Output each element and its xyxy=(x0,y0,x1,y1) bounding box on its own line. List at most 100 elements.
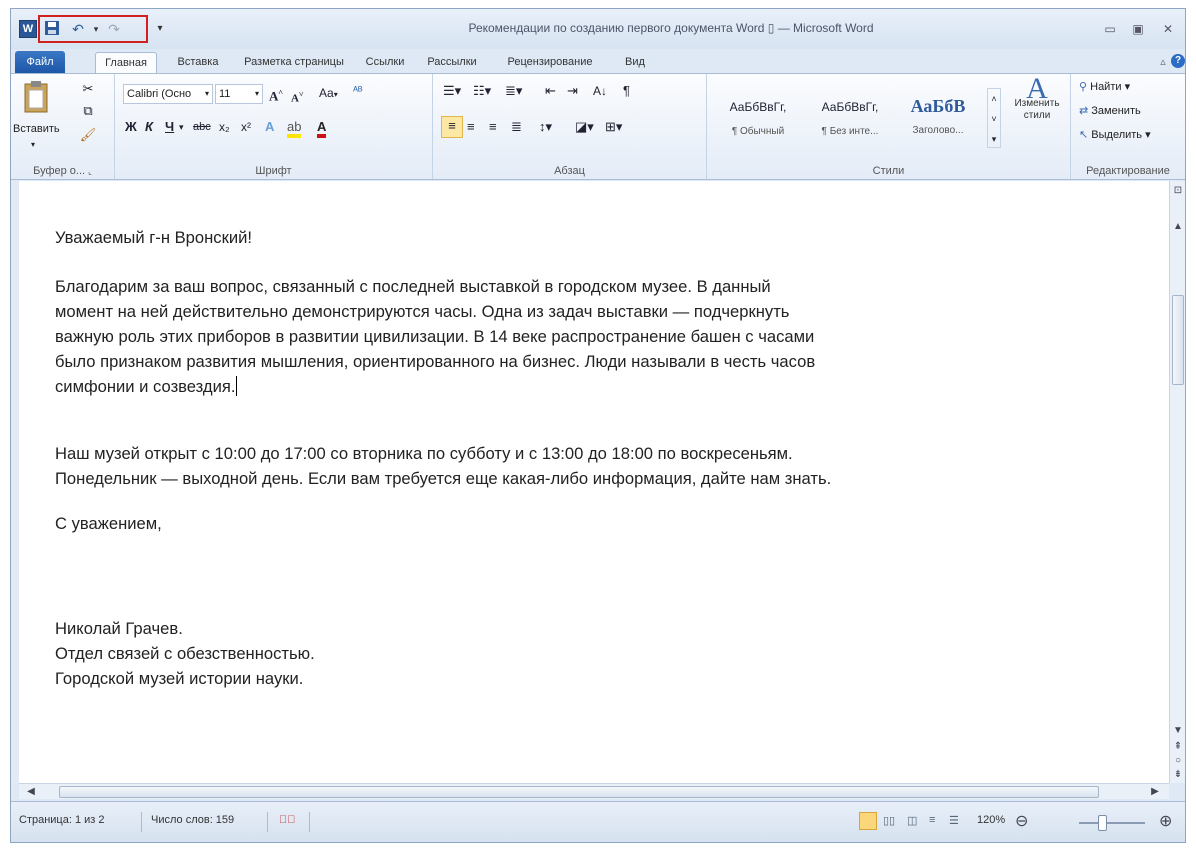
font-color-icon[interactable]: A xyxy=(317,118,327,138)
scroll-left-icon[interactable]: ◀ xyxy=(23,786,39,797)
justify-icon[interactable]: ≣ xyxy=(511,118,522,136)
proofing-icon[interactable]: ✓⃝ xyxy=(279,814,296,826)
superscript-button[interactable]: x² xyxy=(241,118,251,136)
select-button[interactable]: ↖ Выделить ▾ xyxy=(1079,128,1151,141)
paste-button[interactable]: Вставить ▾ xyxy=(13,80,60,150)
tab-view[interactable]: Вид xyxy=(615,52,655,73)
para1-line5: симфонии и созвездия. xyxy=(55,376,238,396)
scroll-down-icon[interactable]: ▼ xyxy=(1170,725,1185,736)
grow-font-button[interactable]: A˄ xyxy=(269,84,283,105)
styles-group-label: Стили xyxy=(872,165,905,177)
undo-dropdown-icon[interactable]: ▾ xyxy=(87,20,105,38)
zoom-slider-thumb[interactable] xyxy=(1098,815,1107,831)
bullets-icon[interactable]: ☰▾ xyxy=(443,82,461,100)
align-left-icon[interactable]: ≡ xyxy=(441,116,463,138)
style-normal[interactable]: АаБбВвГг, ¶ Обычный xyxy=(713,96,803,152)
close-button[interactable]: ✕ xyxy=(1157,20,1179,38)
print-layout-icon[interactable] xyxy=(859,812,877,830)
bold-button[interactable]: Ж xyxy=(125,118,137,136)
outline-icon[interactable]: ≡ xyxy=(929,814,935,826)
clear-formatting-icon[interactable]: ᴬᴮ xyxy=(353,82,363,100)
tab-references[interactable]: Ссылки xyxy=(359,52,411,73)
pilcrow-icon[interactable]: ¶ xyxy=(623,82,630,100)
cursor-icon: ↖ xyxy=(1079,129,1089,141)
tab-file[interactable]: Файл xyxy=(15,51,65,73)
underline-button[interactable]: Ч xyxy=(165,118,174,136)
italic-button[interactable]: К xyxy=(145,118,153,136)
tab-review[interactable]: Рецензирование xyxy=(495,52,605,73)
font-name-dropdown[interactable]: Calibri (Осно ▾ xyxy=(123,84,213,104)
ruler-toggle-icon[interactable]: ⊡ xyxy=(1170,185,1185,196)
numbering-icon[interactable]: ☷▾ xyxy=(473,82,491,100)
decrease-indent-icon[interactable]: ⇤ xyxy=(545,82,556,100)
text-effects-icon[interactable]: A xyxy=(265,118,274,136)
line-spacing-icon[interactable]: ↕▾ xyxy=(539,118,552,136)
title-bar: W ↶ ▾ ↷ ▾ Рекомендации по созданию перво… xyxy=(11,9,1185,49)
group-paragraph: ☰▾ ☷▾ ≣▾ ⇤ ⇥ A↓ ¶ ≡ ≡ ≡ ≣ ↕▾ ◪▾ ⊞▾ Абзац xyxy=(433,74,707,179)
group-styles: АаБбВвГг, ¶ Обычный АаБбВвГг, ¶ Без инте..… xyxy=(707,74,1071,179)
strikethrough-button[interactable]: abc xyxy=(193,118,211,136)
shrink-font-button[interactable]: A˅ xyxy=(291,86,304,108)
zoom-in-icon[interactable]: ⊕ xyxy=(1159,811,1172,831)
document-body[interactable]: Уважаемый г-н Вронский! Благодарим за ва… xyxy=(55,225,1155,691)
zoom-out-icon[interactable]: ⊖ xyxy=(1015,811,1028,831)
tab-page-layout[interactable]: Разметка страницы xyxy=(237,52,351,73)
horizontal-scroll-thumb[interactable] xyxy=(59,786,1099,798)
sort-icon[interactable]: A↓ xyxy=(593,82,607,100)
draft-icon[interactable]: ☰ xyxy=(949,814,959,827)
highlight-icon[interactable]: ab xyxy=(287,118,302,138)
maximize-button[interactable]: ▣ xyxy=(1127,20,1149,38)
para1-line4: было признаком развития мышления, ориент… xyxy=(55,352,816,371)
vertical-scrollbar[interactable]: ⊡ ▲ ▼ ⇞ ○ ⇟ xyxy=(1169,181,1185,783)
zoom-level[interactable]: 120% xyxy=(977,814,1005,826)
web-layout-icon[interactable]: ◫ xyxy=(907,814,917,827)
undo-icon[interactable]: ↶ xyxy=(69,20,87,38)
closing: С уважением, xyxy=(55,514,162,533)
style-heading[interactable]: АаБбВ Заголово... xyxy=(893,96,983,152)
style-no-spacing[interactable]: АаБбВвГг, ¶ Без инте... xyxy=(805,96,895,152)
next-page-icon[interactable]: ⇟ xyxy=(1170,769,1185,780)
document-area[interactable]: Уважаемый г-н Вронский! Благодарим за ва… xyxy=(11,181,1169,783)
subscript-button[interactable]: x₂ xyxy=(219,118,230,136)
word-count[interactable]: Число слов: 159 xyxy=(151,814,234,826)
redo-icon[interactable]: ↷ xyxy=(105,20,123,38)
help-icon[interactable]: ? xyxy=(1171,54,1185,68)
vertical-scroll-thumb[interactable] xyxy=(1172,295,1184,385)
word-window: W ↶ ▾ ↷ ▾ Рекомендации по созданию перво… xyxy=(10,8,1186,843)
minimize-ribbon-icon[interactable]: ▵ xyxy=(1157,52,1169,73)
align-center-icon[interactable]: ≡ xyxy=(467,118,475,136)
format-painter-icon[interactable]: 🖌 xyxy=(79,126,97,144)
increase-indent-icon[interactable]: ⇥ xyxy=(567,82,578,100)
styles-scroll-icon[interactable]: ˄ ˅ ▾ xyxy=(987,88,1001,148)
prev-page-icon[interactable]: ⇞ xyxy=(1170,741,1185,752)
save-icon[interactable] xyxy=(43,20,61,38)
minimize-button[interactable]: ▭ xyxy=(1099,20,1121,38)
change-styles-button[interactable]: A Изменить стили xyxy=(1007,74,1067,122)
signature-dept: Отдел связей с обезственностью. xyxy=(55,644,315,663)
tab-mailings[interactable]: Рассылки xyxy=(419,52,485,73)
tab-home[interactable]: Главная xyxy=(95,52,157,73)
tab-insert[interactable]: Вставка xyxy=(169,52,227,73)
zoom-slider-track[interactable] xyxy=(1079,822,1145,824)
align-right-icon[interactable]: ≡ xyxy=(489,118,497,136)
find-button[interactable]: ⚲ Найти ▾ xyxy=(1079,80,1130,93)
browse-object-icon[interactable]: ○ xyxy=(1170,755,1185,766)
font-size-dropdown[interactable]: 11 ▾ xyxy=(215,84,263,104)
borders-icon[interactable]: ⊞▾ xyxy=(605,118,622,136)
word-app-icon[interactable]: W xyxy=(19,20,37,38)
full-screen-reading-icon[interactable]: ▯▯ xyxy=(883,814,895,827)
greeting: Уважаемый г-н Вронский! xyxy=(55,228,252,247)
scroll-up-icon[interactable]: ▲ xyxy=(1170,221,1185,232)
signature-name: Николай Грачев. xyxy=(55,619,183,638)
customize-qat-icon[interactable]: ▾ xyxy=(151,20,169,38)
cut-icon[interactable]: ✂ xyxy=(79,80,97,98)
shading-icon[interactable]: ◪▾ xyxy=(575,118,594,136)
horizontal-scrollbar[interactable]: ◀ ▶ xyxy=(19,783,1169,799)
underline-dropdown-icon[interactable]: ▾ xyxy=(179,118,184,136)
scroll-right-icon[interactable]: ▶ xyxy=(1147,786,1163,797)
replace-button[interactable]: ⇄ Заменить xyxy=(1079,104,1141,117)
multilevel-list-icon[interactable]: ≣▾ xyxy=(505,82,522,100)
page-indicator[interactable]: Страница: 1 из 2 xyxy=(19,814,105,826)
copy-icon[interactable]: ⧉ xyxy=(79,102,97,120)
change-case-button[interactable]: Aa▾ xyxy=(319,84,338,104)
